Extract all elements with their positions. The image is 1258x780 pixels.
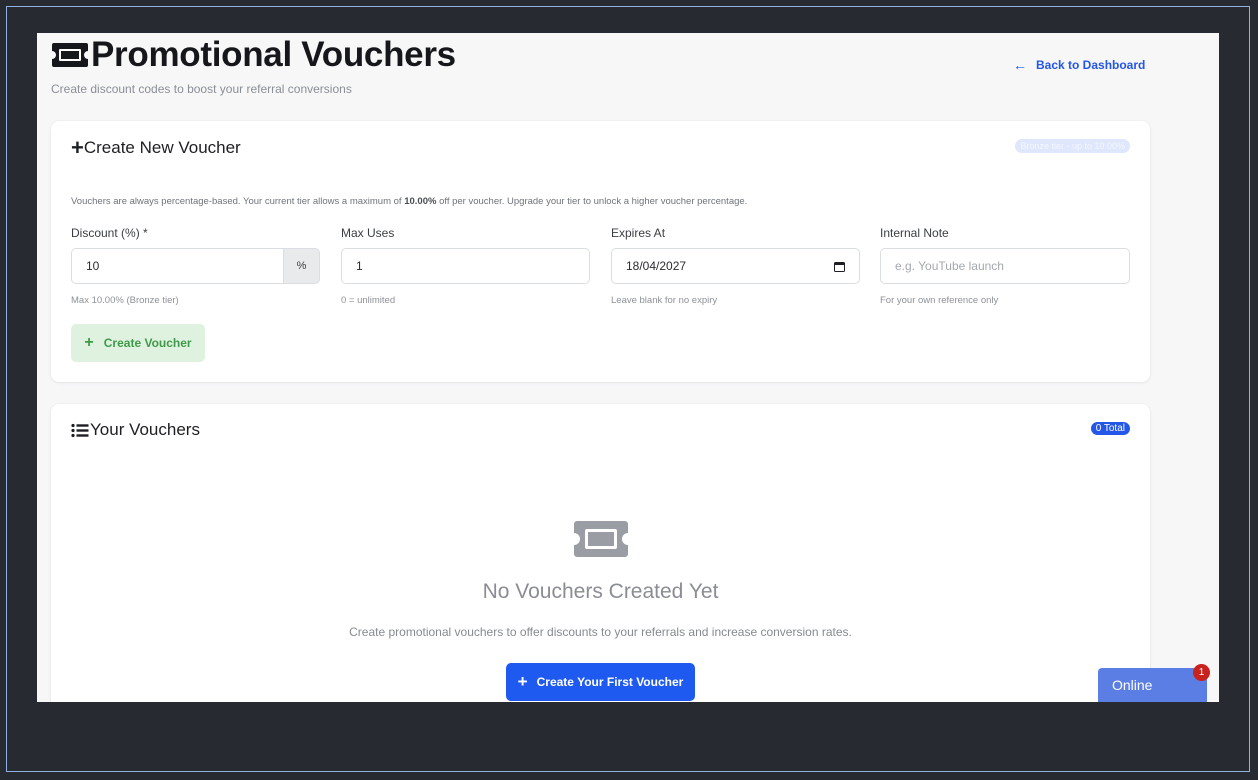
ticket-icon [52, 43, 88, 67]
page-header: Promotional Vouchers Create discount cod… [51, 33, 1171, 113]
tier-badge: Bronze tier - up to 10.00% [1015, 139, 1130, 153]
back-to-dashboard-link[interactable]: ← Back to Dashboard [1013, 57, 1145, 73]
create-voucher-button[interactable]: + Create Voucher [71, 324, 205, 362]
internal-note-label: Internal Note [880, 226, 949, 240]
create-card-title: + Create New Voucher [71, 137, 241, 159]
total-count-badge: 0 Total [1090, 422, 1130, 435]
your-vouchers-card: Your Vouchers 0 Total No Vouchers Create… [51, 404, 1150, 702]
arrow-left-icon: ← [1013, 57, 1027, 73]
page-title-text: Promotional Vouchers [91, 35, 456, 74]
tier-info-max: 10.00% [404, 196, 437, 207]
tier-info-prefix: Vouchers are always percentage-based. Yo… [71, 196, 405, 207]
calendar-icon[interactable] [834, 262, 845, 272]
create-first-voucher-label: Create Your First Voucher [536, 675, 684, 689]
expires-at-help: Leave blank for no expiry [611, 295, 718, 306]
discount-field: Discount (%) * 10 % Max 10.00% (Bronze t… [71, 226, 321, 306]
internal-note-input[interactable]: e.g. YouTube launch [880, 248, 1130, 284]
create-voucher-card: + Create New Voucher Bronze tier - up to… [51, 121, 1150, 382]
internal-note-help: For your own reference only [880, 295, 999, 306]
page-subtitle: Create discount codes to boost your refe… [51, 82, 352, 96]
expires-at-label: Expires At [611, 226, 666, 240]
ticket-icon [574, 521, 628, 557]
vouchers-card-title-text: Your Vouchers [90, 420, 200, 439]
max-uses-label: Max Uses [341, 226, 395, 240]
plus-icon: + [84, 334, 94, 351]
tier-info-suffix: off per voucher. Upgrade your tier to un… [436, 196, 748, 207]
max-uses-input[interactable]: 1 [341, 248, 590, 284]
discount-input[interactable]: 10 [71, 248, 284, 284]
create-voucher-button-label: Create Voucher [103, 336, 192, 350]
expires-at-input[interactable]: 18/04/2027 [611, 248, 860, 284]
back-link-label: Back to Dashboard [1036, 58, 1146, 72]
vouchers-card-title: Your Vouchers [71, 420, 200, 440]
list-icon [71, 423, 89, 437]
expires-at-value: 18/04/2027 [626, 259, 687, 273]
discount-label: Discount (%) * [71, 226, 148, 240]
max-uses-field: Max Uses 1 0 = unlimited [341, 226, 590, 306]
page-title: Promotional Vouchers [51, 35, 456, 75]
expires-at-field: Expires At 18/04/2027 Leave blank for no… [611, 226, 860, 306]
create-first-voucher-button[interactable]: + Create Your First Voucher [506, 663, 695, 701]
max-uses-help: 0 = unlimited [341, 295, 396, 306]
empty-state-title: No Vouchers Created Yet [482, 580, 719, 603]
plus-icon: + [517, 672, 528, 691]
internal-note-field: Internal Note e.g. YouTube launch For yo… [880, 226, 1130, 306]
online-chat-widget[interactable]: Online [1098, 668, 1207, 702]
browser-viewport: Promotional Vouchers Create discount cod… [37, 33, 1219, 702]
create-card-title-text: Create New Voucher [83, 138, 241, 157]
tier-info-text: Vouchers are always percentage-based. Yo… [71, 196, 747, 207]
unread-count-badge: 1 [1193, 664, 1210, 681]
plus-icon: + [71, 135, 84, 160]
discount-help: Max 10.00% (Bronze tier) [71, 295, 179, 306]
percent-addon: % [284, 248, 320, 284]
empty-state-description: Create promotional vouchers to offer dis… [349, 625, 852, 639]
